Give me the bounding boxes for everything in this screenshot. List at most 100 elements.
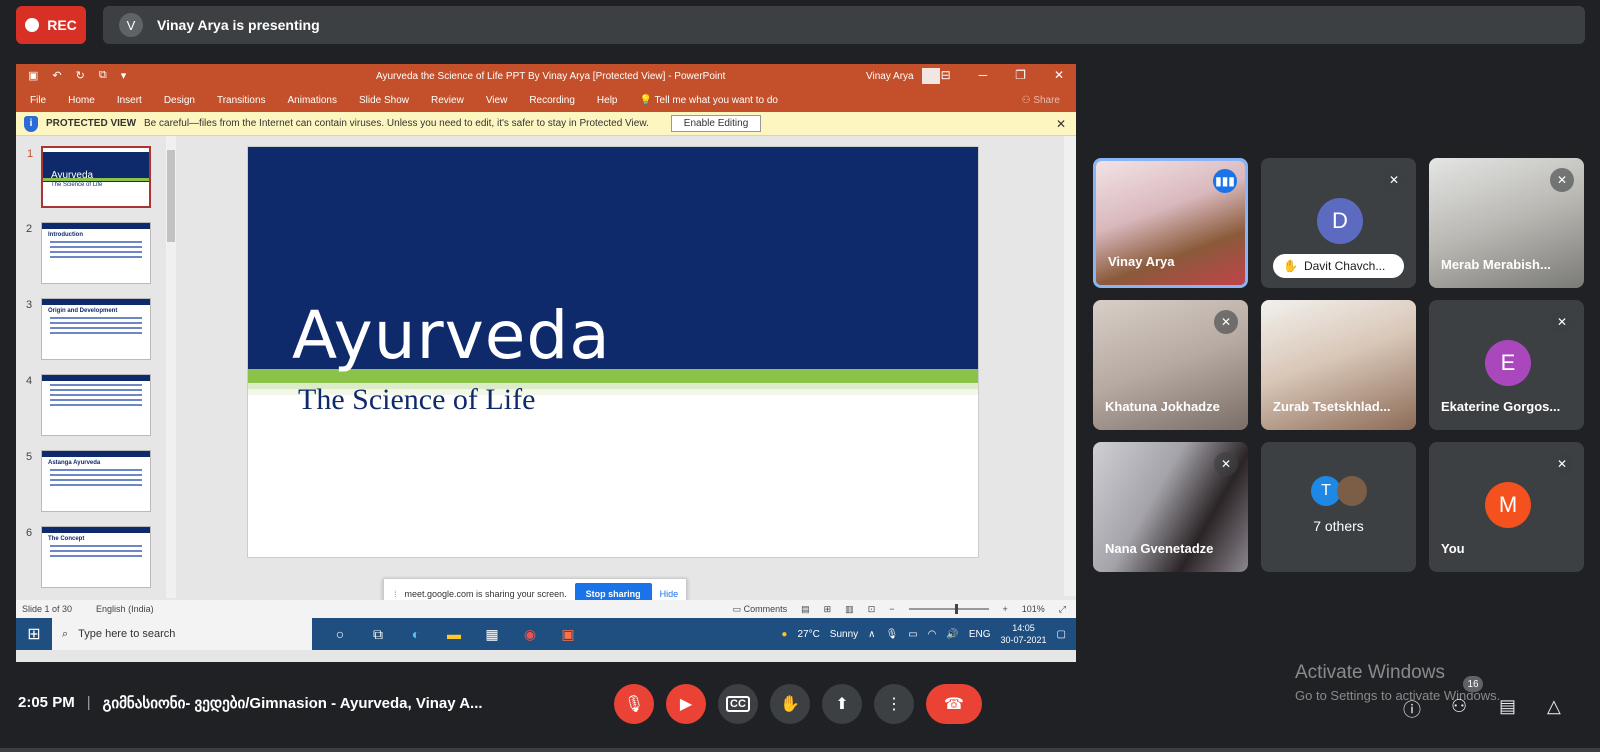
window-controls: ⊟ ─ ❐ ✕ <box>941 68 1064 82</box>
task-view-icon[interactable]: ⧉ <box>368 626 388 643</box>
meeting-info: 2:05 PM | გიმნასიონი- ვედები/Gimnasion -… <box>18 694 483 712</box>
participant-tile[interactable]: ✕ Merab Merabish... <box>1429 158 1584 288</box>
info-icon[interactable]: ⓘ <box>1403 696 1421 722</box>
thumbnail-slide-6[interactable]: 6 The Concept <box>26 526 151 588</box>
save-icon[interactable]: ▣ <box>28 69 38 82</box>
tab-home[interactable]: Home <box>68 95 95 106</box>
participant-name: Davit Chavch... <box>1303 259 1386 273</box>
thumbnail-number: 6 <box>26 527 33 539</box>
taskbar-clock[interactable]: 14:05 30-07-2021 <box>1001 622 1047 646</box>
close-protected-bar-icon[interactable]: ✕ <box>1056 117 1066 131</box>
raised-hand-pill: ✋ Davit Chavch... <box>1273 254 1404 278</box>
present-button[interactable]: ⬆ <box>822 684 862 724</box>
thumbnail-title: The Concept <box>48 536 85 542</box>
taskbar-search[interactable]: ⌕ Type here to search <box>52 618 312 650</box>
thumbnail-number: 1 <box>27 148 34 160</box>
store-icon[interactable]: ▦ <box>482 626 502 643</box>
tab-transitions[interactable]: Transitions <box>217 95 266 106</box>
zoom-slider[interactable] <box>908 604 989 614</box>
tab-animations[interactable]: Animations <box>288 95 337 106</box>
slide-counter: Slide 1 of 30 <box>22 604 73 614</box>
participant-tile[interactable]: ✕ E Ekaterine Gorgos... <box>1429 300 1584 430</box>
share-button[interactable]: ⚇ Share <box>1022 95 1060 106</box>
tab-insert[interactable]: Insert <box>117 95 142 106</box>
tab-slide-show[interactable]: Slide Show <box>359 95 409 106</box>
reading-view-icon[interactable]: ▥ <box>845 604 854 615</box>
tab-design[interactable]: Design <box>164 95 195 106</box>
edge-icon[interactable]: ◐ <box>406 626 426 643</box>
thumbnail-slide-1[interactable]: 1 Ayurveda The Science of Life <box>27 146 151 208</box>
chat-icon[interactable]: ▤ <box>1499 696 1516 717</box>
leave-call-button[interactable]: ☎ <box>926 684 982 724</box>
mic-toggle-button[interactable]: 🎙 <box>614 684 654 724</box>
tell-me-search[interactable]: 💡 Tell me what you want to do <box>639 95 777 106</box>
slide-sorter-icon[interactable]: ⊞ <box>824 604 832 615</box>
tab-review[interactable]: Review <box>431 95 464 106</box>
cortana-icon[interactable]: ○ <box>330 626 350 643</box>
activities-icon[interactable]: △ <box>1547 696 1561 717</box>
ribbon-display-icon[interactable]: ⊟ <box>941 68 951 82</box>
customize-icon[interactable]: ▾ <box>121 69 127 82</box>
tab-view[interactable]: View <box>486 95 508 106</box>
captions-button[interactable]: CC <box>718 684 758 724</box>
maximize-icon[interactable]: ❐ <box>1015 68 1026 82</box>
fit-slide-icon[interactable]: ⤢ <box>1059 604 1066 615</box>
comments-button[interactable]: ▭ Comments <box>733 604 788 615</box>
notification-icon[interactable]: ▢ <box>1057 629 1066 640</box>
chevron-up-icon[interactable]: ∧ <box>868 629 875 640</box>
present-icon[interactable]: ⧉ <box>99 69 107 82</box>
windows-start-icon[interactable]: ⊞ <box>16 624 52 644</box>
others-tile[interactable]: T 7 others <box>1261 442 1416 572</box>
participant-tile[interactable]: ▮▮▮ Vinay Arya <box>1093 158 1248 288</box>
raise-hand-button[interactable]: ✋ <box>770 684 810 724</box>
people-icon[interactable]: ⚇ <box>1451 696 1467 717</box>
mic-off-icon: ✕ <box>1214 310 1238 334</box>
record-dot-icon <box>25 18 40 32</box>
slide-subtitle: The Science of Life <box>298 383 536 416</box>
tab-recording[interactable]: Recording <box>529 95 575 106</box>
zoom-level[interactable]: 101% <box>1022 604 1045 614</box>
minimize-icon[interactable]: ─ <box>979 68 988 82</box>
ppt-titlebar: ▣ ↶ ↻ ⧉ ▾ Ayurveda the Science of Life P… <box>16 64 1076 88</box>
powerpoint-icon[interactable]: ▣ <box>558 626 578 643</box>
file-explorer-icon[interactable]: ▬ <box>444 626 464 643</box>
drag-handle-icon[interactable]: ⁞ <box>394 589 397 599</box>
ppt-user-name: Vinay Arya <box>866 70 914 82</box>
thumbnail-slide-3[interactable]: 3 Origin and Development <box>26 298 151 360</box>
enable-editing-button[interactable]: Enable Editing <box>670 115 762 132</box>
slide-canvas[interactable]: Ayurveda The Science of Life <box>247 146 979 558</box>
close-icon[interactable]: ✕ <box>1054 68 1064 82</box>
ppt-user[interactable]: Vinay Arya <box>866 68 940 84</box>
normal-view-icon[interactable]: ▤ <box>801 604 810 615</box>
slide-scrollbar[interactable] <box>1064 136 1076 596</box>
thumbnail-number: 5 <box>26 451 33 463</box>
more-options-button[interactable]: ⋮ <box>874 684 914 724</box>
tab-file[interactable]: File <box>30 95 46 106</box>
tab-help[interactable]: Help <box>597 95 618 106</box>
thumbnail-slide-5[interactable]: 5 Astanga Ayurveda <box>26 450 151 512</box>
thumbnail-slide-2[interactable]: 2 Introduction <box>26 222 151 284</box>
camera-toggle-button[interactable]: ▶ <box>666 684 706 724</box>
redo-icon[interactable]: ↻ <box>76 69 85 82</box>
participant-tile[interactable]: ✕ Khatuna Jokhadze <box>1093 300 1248 430</box>
slideshow-icon[interactable]: ⊡ <box>868 604 876 615</box>
participant-tile[interactable]: ✕ D ✋ Davit Chavch... <box>1261 158 1416 288</box>
participant-tile[interactable]: ✕ Nana Gvenetadze <box>1093 442 1248 572</box>
mic-off-icon: ✕ <box>1550 168 1574 192</box>
thumbnail-slide-4[interactable]: 4 <box>26 374 151 436</box>
hide-button[interactable]: Hide <box>660 589 679 599</box>
zoom-in-icon[interactable]: + <box>1003 604 1008 614</box>
language-indicator[interactable]: ENG <box>969 629 991 640</box>
thumbnail-scrollbar[interactable] <box>166 136 176 598</box>
thumbnail-line <box>50 469 142 471</box>
mic-off-icon: ✕ <box>1382 168 1406 192</box>
scroll-knob[interactable] <box>167 150 175 242</box>
participant-tile-self[interactable]: ✕ M You <box>1429 442 1584 572</box>
zoom-out-icon[interactable]: − <box>889 604 894 614</box>
language-status[interactable]: English (India) <box>96 604 154 614</box>
volume-icon[interactable]: 🔊 <box>946 629 958 640</box>
participant-tile[interactable]: Zurab Tsetskhlad... <box>1261 300 1416 430</box>
undo-icon[interactable]: ↶ <box>52 69 61 82</box>
quick-access-toolbar: ▣ ↶ ↻ ⧉ ▾ <box>28 69 126 82</box>
chrome-icon[interactable]: ◉ <box>520 626 540 643</box>
